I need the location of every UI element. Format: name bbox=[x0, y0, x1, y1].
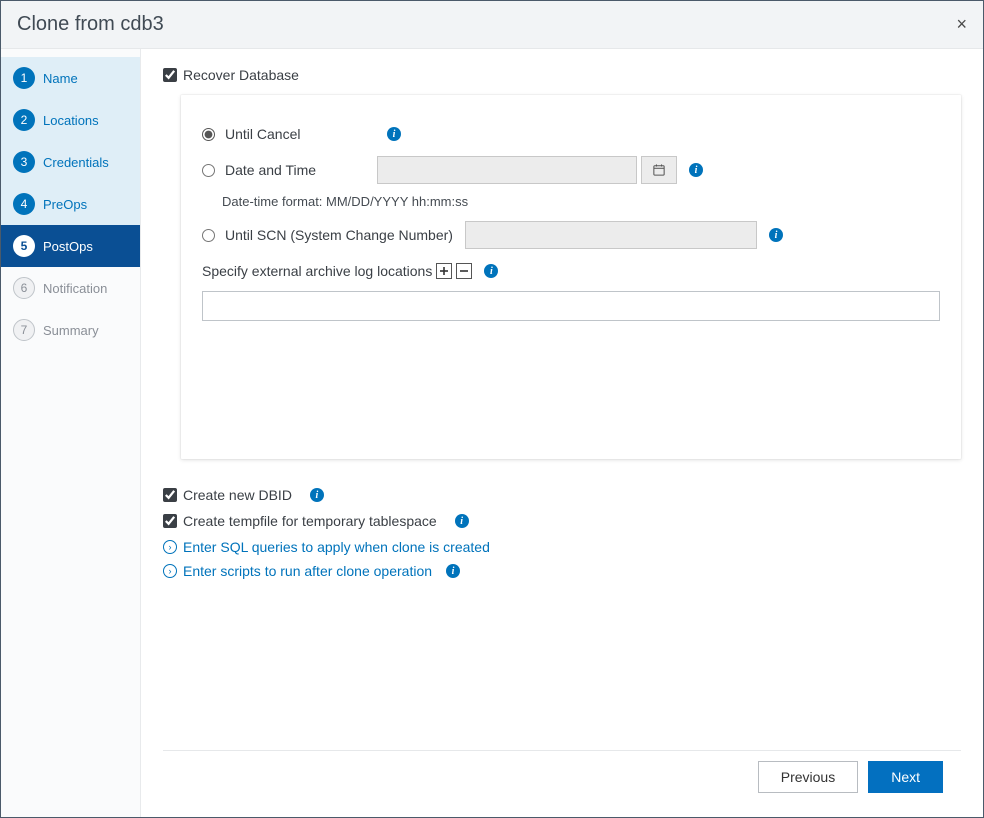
step-label: Notification bbox=[43, 281, 107, 296]
step-number: 7 bbox=[13, 319, 35, 341]
step-number: 3 bbox=[13, 151, 35, 173]
calendar-icon bbox=[653, 164, 665, 176]
sidebar-step-notification[interactable]: 6 Notification bbox=[1, 267, 140, 309]
archive-location-input[interactable] bbox=[202, 291, 940, 321]
info-icon[interactable]: i bbox=[387, 127, 401, 141]
step-number: 1 bbox=[13, 67, 35, 89]
additional-options: Create new DBID i Create tempfile for te… bbox=[163, 487, 961, 587]
wizard-sidebar: 1 Name 2 Locations 3 Credentials 4 PreOp… bbox=[1, 49, 141, 817]
step-label: Locations bbox=[43, 113, 99, 128]
recover-database-row: Recover Database bbox=[163, 67, 961, 83]
sql-queries-row: › Enter SQL queries to apply when clone … bbox=[163, 539, 961, 555]
modal-body: 1 Name 2 Locations 3 Credentials 4 PreOp… bbox=[1, 49, 983, 817]
step-label: PostOps bbox=[43, 239, 93, 254]
sidebar-step-locations[interactable]: 2 Locations bbox=[1, 99, 140, 141]
until-cancel-label: Until Cancel bbox=[225, 126, 375, 142]
sidebar-step-credentials[interactable]: 3 Credentials bbox=[1, 141, 140, 183]
sidebar-step-summary[interactable]: 7 Summary bbox=[1, 309, 140, 351]
until-scn-row: Until SCN (System Change Number) i bbox=[202, 221, 940, 249]
add-location-button[interactable] bbox=[436, 263, 452, 279]
until-cancel-radio[interactable] bbox=[202, 128, 215, 141]
tempfile-checkbox[interactable] bbox=[163, 514, 177, 528]
info-icon[interactable]: i bbox=[310, 488, 324, 502]
archive-locations-row: Specify external archive log locations i bbox=[202, 263, 940, 279]
new-dbid-checkbox[interactable] bbox=[163, 488, 177, 502]
archive-locations-label: Specify external archive log locations bbox=[202, 263, 432, 279]
sidebar-step-name[interactable]: 1 Name bbox=[1, 57, 140, 99]
next-button[interactable]: Next bbox=[868, 761, 943, 793]
sidebar-step-postops[interactable]: 5 PostOps bbox=[1, 225, 140, 267]
date-format-hint: Date-time format: MM/DD/YYYY hh:mm:ss bbox=[222, 194, 940, 209]
chevron-right-icon: › bbox=[163, 540, 177, 554]
sql-queries-link[interactable]: Enter SQL queries to apply when clone is… bbox=[183, 539, 490, 555]
step-label: Summary bbox=[43, 323, 99, 338]
content-panel: Recover Database Until Cancel i Date and… bbox=[141, 49, 983, 817]
sidebar-step-preops[interactable]: 4 PreOps bbox=[1, 183, 140, 225]
step-number: 2 bbox=[13, 109, 35, 131]
info-icon[interactable]: i bbox=[484, 264, 498, 278]
date-time-radio[interactable] bbox=[202, 164, 215, 177]
recover-options-card: Until Cancel i Date and Time i Date-time… bbox=[181, 95, 961, 459]
footer-bar: Previous Next bbox=[163, 750, 961, 803]
date-time-input[interactable] bbox=[377, 156, 637, 184]
modal-title: Clone from cdb3 bbox=[17, 13, 164, 36]
info-icon[interactable]: i bbox=[689, 163, 703, 177]
step-number: 5 bbox=[13, 235, 35, 257]
until-scn-label: Until SCN (System Change Number) bbox=[225, 227, 453, 243]
step-label: Name bbox=[43, 71, 78, 86]
until-scn-radio[interactable] bbox=[202, 229, 215, 242]
new-dbid-row: Create new DBID i bbox=[163, 487, 961, 503]
date-time-label: Date and Time bbox=[225, 162, 365, 178]
new-dbid-label: Create new DBID bbox=[183, 487, 292, 503]
modal-dialog: Clone from cdb3 × 1 Name 2 Locations 3 C… bbox=[0, 0, 984, 818]
chevron-right-icon: › bbox=[163, 564, 177, 578]
recover-database-label: Recover Database bbox=[183, 67, 299, 83]
close-icon[interactable]: × bbox=[956, 14, 967, 35]
step-label: PreOps bbox=[43, 197, 87, 212]
date-time-row: Date and Time i bbox=[202, 156, 940, 184]
scripts-link[interactable]: Enter scripts to run after clone operati… bbox=[183, 563, 432, 579]
previous-button[interactable]: Previous bbox=[758, 761, 858, 793]
step-number: 6 bbox=[13, 277, 35, 299]
info-icon[interactable]: i bbox=[446, 564, 460, 578]
plus-icon bbox=[439, 266, 449, 276]
step-number: 4 bbox=[13, 193, 35, 215]
info-icon[interactable]: i bbox=[455, 514, 469, 528]
minus-icon bbox=[459, 266, 469, 276]
recover-database-checkbox[interactable] bbox=[163, 68, 177, 82]
scn-input[interactable] bbox=[465, 221, 757, 249]
tempfile-row: Create tempfile for temporary tablespace… bbox=[163, 513, 961, 529]
calendar-button[interactable] bbox=[641, 156, 677, 184]
modal-header: Clone from cdb3 × bbox=[1, 1, 983, 49]
step-label: Credentials bbox=[43, 155, 109, 170]
remove-location-button[interactable] bbox=[456, 263, 472, 279]
info-icon[interactable]: i bbox=[769, 228, 783, 242]
scripts-row: › Enter scripts to run after clone opera… bbox=[163, 563, 961, 579]
until-cancel-row: Until Cancel i bbox=[202, 126, 940, 142]
tempfile-label: Create tempfile for temporary tablespace bbox=[183, 513, 437, 529]
